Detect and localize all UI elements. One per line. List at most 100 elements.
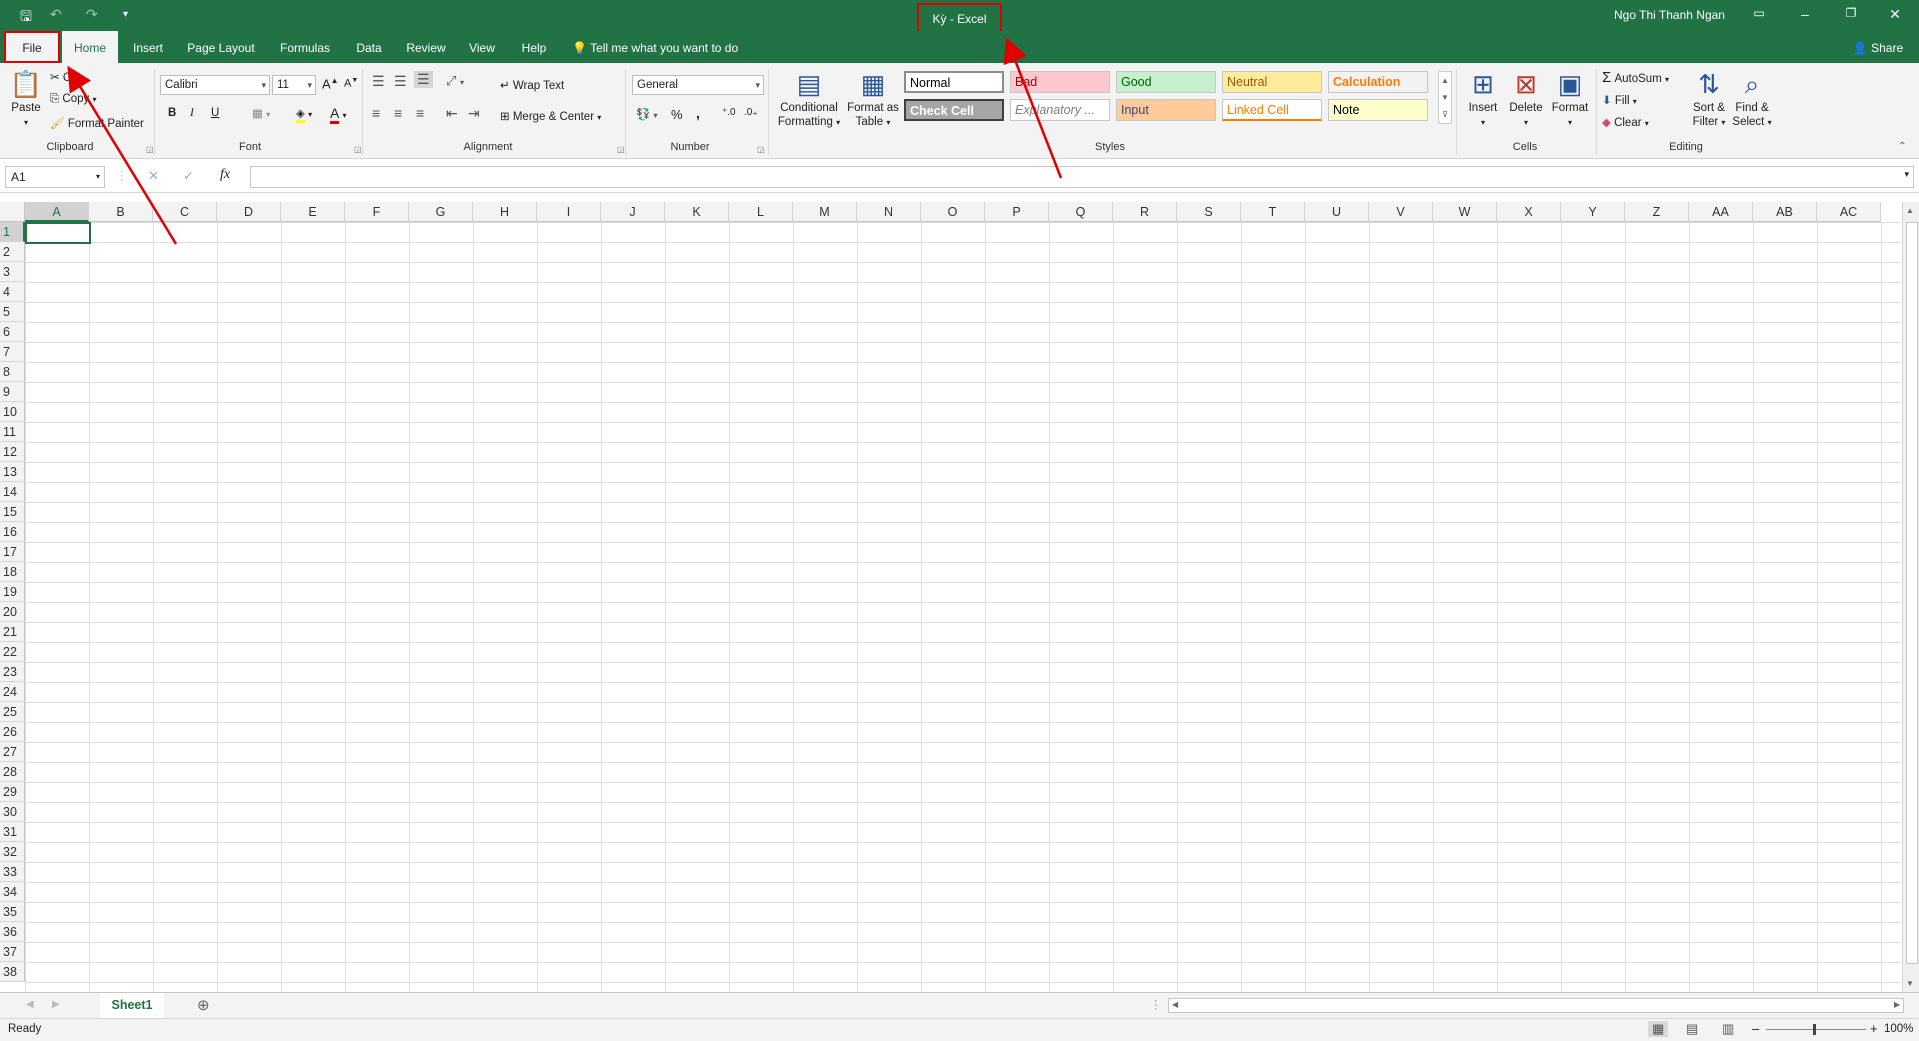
cancel-icon[interactable]: ✕ — [148, 168, 159, 184]
redo-icon[interactable]: ↷ — [86, 6, 98, 23]
format-as-table-button[interactable]: ▦ Format as Table ▾ — [844, 67, 902, 130]
row-header[interactable]: 16 — [0, 522, 25, 542]
row-header[interactable]: 6 — [0, 322, 25, 342]
row-header[interactable]: 10 — [0, 402, 25, 422]
tab-insert[interactable]: Insert — [124, 31, 172, 63]
horizontal-scrollbar[interactable]: ◀ ▶ — [1168, 998, 1904, 1013]
row-header[interactable]: 15 — [0, 502, 25, 522]
column-header[interactable]: Y — [1561, 202, 1625, 222]
next-sheet-icon[interactable]: ▶ — [52, 999, 60, 1010]
align-right-icon[interactable]: ≡ — [416, 105, 424, 121]
tab-view[interactable]: View — [460, 31, 504, 63]
zoom-in-icon[interactable]: + — [1870, 1021, 1878, 1036]
column-header[interactable]: P — [985, 202, 1049, 222]
font-size-combo[interactable]: 11 ▾ — [272, 75, 316, 95]
row-header[interactable]: 4 — [0, 282, 25, 302]
row-header[interactable]: 34 — [0, 882, 25, 902]
column-header[interactable]: AA — [1689, 202, 1753, 222]
paste-button[interactable]: 📋 Paste ▾ — [6, 67, 46, 130]
formula-input[interactable]: ▾ — [250, 166, 1914, 188]
cut-button[interactable]: ✂ Cut — [50, 70, 81, 84]
column-header[interactable]: Q — [1049, 202, 1113, 222]
align-top-icon[interactable]: ☰ — [372, 73, 385, 90]
column-header[interactable]: B — [89, 202, 153, 222]
active-cell[interactable] — [25, 222, 91, 244]
row-header[interactable]: 5 — [0, 302, 25, 322]
tell-me-box[interactable]: 💡 Tell me what you want to do — [572, 31, 752, 63]
align-center-icon[interactable]: ≡ — [394, 105, 402, 121]
column-header[interactable]: W — [1433, 202, 1497, 222]
row-header[interactable]: 31 — [0, 822, 25, 842]
cell-style-linked-cell[interactable]: Linked Cell — [1222, 99, 1322, 121]
clear-button[interactable]: ◆ Clear ▾ — [1602, 115, 1649, 129]
styles-scroll-icon[interactable]: ▲ ▼ ⊽ — [1438, 71, 1452, 124]
wrap-text-button[interactable]: ↵ Wrap Text — [500, 78, 564, 92]
number-format-combo[interactable]: General ▾ — [632, 75, 764, 95]
row-header[interactable]: 30 — [0, 802, 25, 822]
row-header[interactable]: 23 — [0, 662, 25, 682]
column-header[interactable]: O — [921, 202, 985, 222]
row-header[interactable]: 35 — [0, 902, 25, 922]
increase-indent-icon[interactable]: ⇥ — [468, 105, 480, 122]
column-header[interactable]: E — [281, 202, 345, 222]
row-header[interactable]: 8 — [0, 362, 25, 382]
row-header[interactable]: 33 — [0, 862, 25, 882]
minimize-icon[interactable]: – — [1790, 6, 1820, 22]
cell-style-neutral[interactable]: Neutral — [1222, 71, 1322, 93]
column-header[interactable]: U — [1305, 202, 1369, 222]
share-button[interactable]: 👤 Share — [1846, 31, 1910, 63]
select-all-corner[interactable] — [0, 202, 25, 222]
row-header[interactable]: 32 — [0, 842, 25, 862]
row-header[interactable]: 21 — [0, 622, 25, 642]
font-color-icon[interactable]: A ▾ — [330, 105, 346, 124]
column-header[interactable]: S — [1177, 202, 1241, 222]
align-bottom-icon[interactable]: ☰ — [414, 71, 433, 88]
autosum-button[interactable]: Σ AutoSum ▾ — [1602, 69, 1669, 86]
row-header[interactable]: 7 — [0, 342, 25, 362]
cell-style-normal[interactable]: Normal — [904, 71, 1004, 93]
zoom-level[interactable]: 100% — [1884, 1023, 1913, 1035]
sheet-tab-sheet1[interactable]: Sheet1 — [100, 993, 164, 1020]
copy-button[interactable]: ⎘ Copy ▾ — [50, 93, 96, 106]
orientation-icon[interactable]: ⤢ ▾ — [446, 73, 464, 89]
merge-center-button[interactable]: ⊞ Merge & Center ▾ — [500, 109, 601, 123]
row-header[interactable]: 9 — [0, 382, 25, 402]
column-header[interactable]: H — [473, 202, 537, 222]
decrease-decimal-icon[interactable]: .0₊ — [744, 107, 758, 118]
row-header[interactable]: 12 — [0, 442, 25, 462]
column-header[interactable]: R — [1113, 202, 1177, 222]
row-header[interactable]: 20 — [0, 602, 25, 622]
number-launcher-icon[interactable]: ◲ — [757, 145, 765, 154]
font-launcher-icon[interactable]: ◲ — [354, 145, 362, 154]
user-name[interactable]: Ngo Thi Thanh Ngan — [1614, 8, 1725, 22]
restore-icon[interactable]: ❐ — [1836, 6, 1866, 20]
new-sheet-icon[interactable]: ⊕ — [197, 996, 210, 1014]
column-header[interactable]: AB — [1753, 202, 1817, 222]
comma-button[interactable]: , — [696, 105, 700, 121]
row-header[interactable]: 37 — [0, 942, 25, 962]
fill-button[interactable]: ⬇ Fill ▾ — [1602, 93, 1637, 107]
font-name-combo[interactable]: Calibri ▾ — [160, 75, 270, 95]
clipboard-launcher-icon[interactable]: ◲ — [146, 145, 154, 154]
cell-style-good[interactable]: Good — [1116, 71, 1216, 93]
cell-style-bad[interactable]: Bad — [1010, 71, 1110, 93]
row-header[interactable]: 18 — [0, 562, 25, 582]
delete-cells-button[interactable]: ⊠ Delete ▾ — [1504, 67, 1548, 130]
insert-function-button[interactable]: fx — [220, 167, 230, 183]
column-header[interactable]: Z — [1625, 202, 1689, 222]
close-icon[interactable]: ✕ — [1880, 6, 1910, 23]
tab-review[interactable]: Review — [400, 31, 452, 63]
format-cells-button[interactable]: ▣ Format ▾ — [1548, 67, 1592, 130]
column-header[interactable]: V — [1369, 202, 1433, 222]
increase-decimal-icon[interactable]: ⁺.0 — [722, 107, 736, 118]
tab-help[interactable]: Help — [512, 31, 556, 63]
row-header[interactable]: 14 — [0, 482, 25, 502]
tab-formulas[interactable]: Formulas — [272, 31, 338, 63]
tab-data[interactable]: Data — [346, 31, 392, 63]
collapse-ribbon-icon[interactable]: ⌃ — [1898, 141, 1906, 152]
row-header[interactable]: 29 — [0, 782, 25, 802]
column-header[interactable]: I — [537, 202, 601, 222]
column-header[interactable]: D — [217, 202, 281, 222]
row-header[interactable]: 36 — [0, 922, 25, 942]
column-header[interactable]: J — [601, 202, 665, 222]
